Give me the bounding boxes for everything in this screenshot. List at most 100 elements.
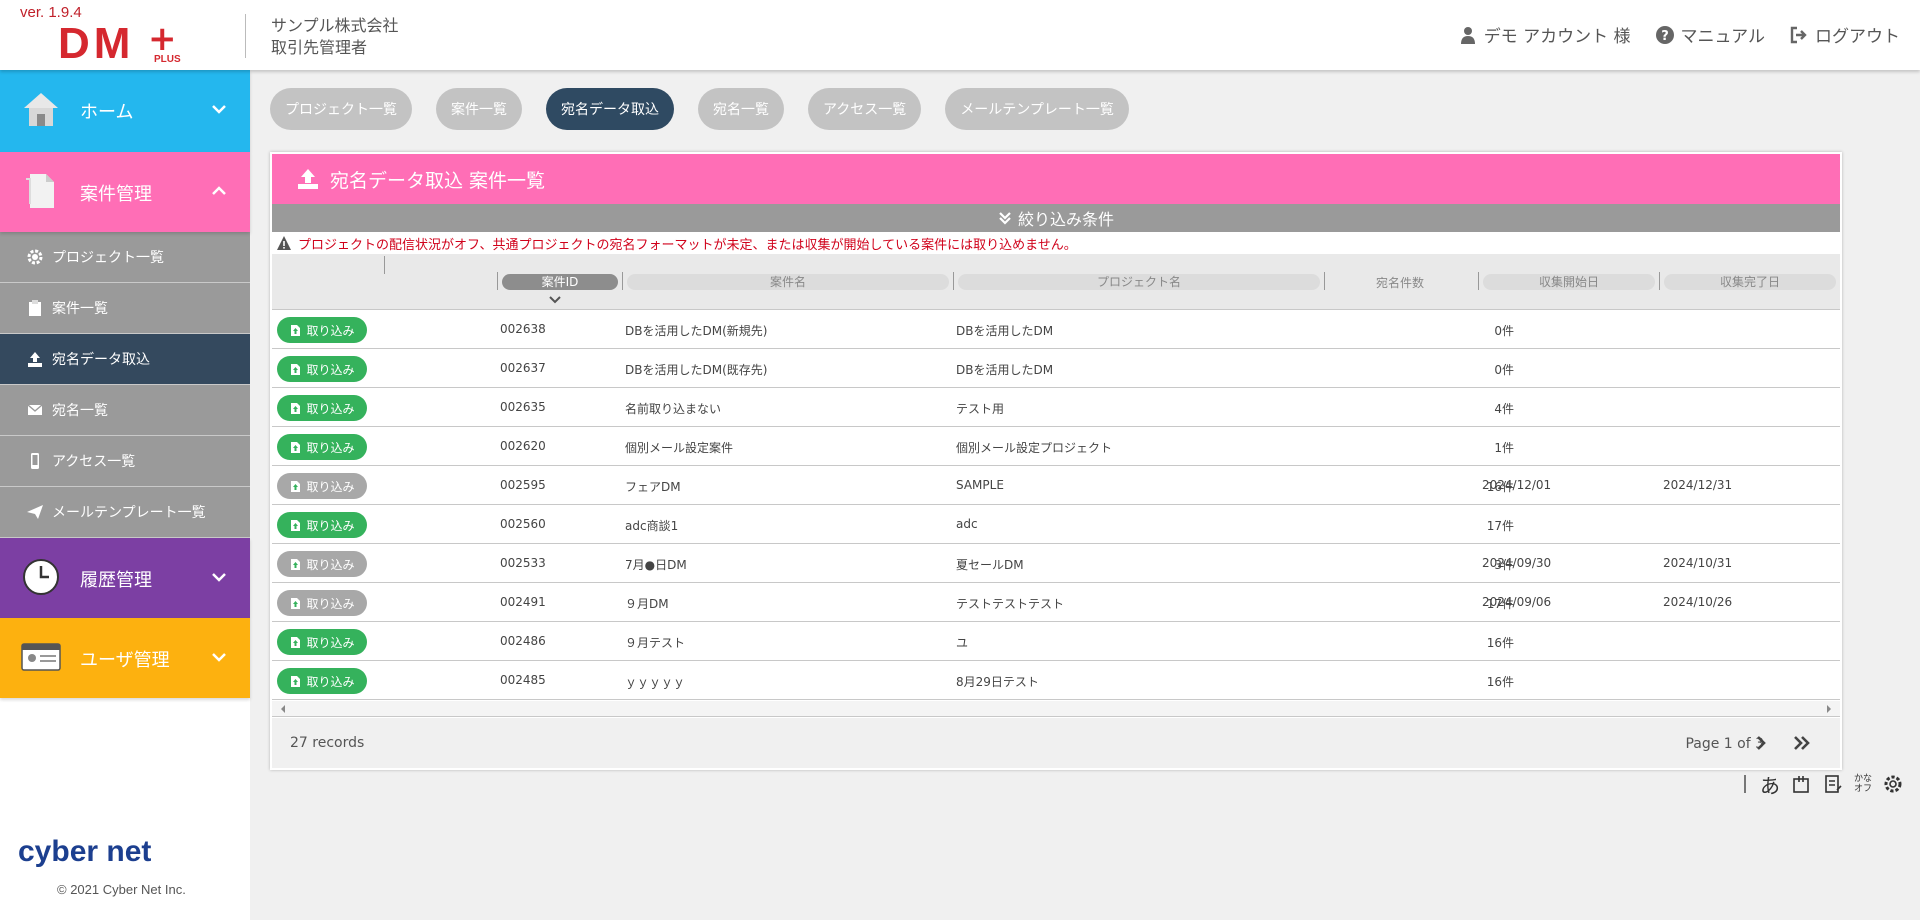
cell-project-name: 夏セールDM: [956, 558, 1024, 572]
import-button[interactable]: 取り込み: [277, 434, 367, 460]
import-button[interactable]: 取り込み: [277, 629, 367, 655]
column-header-start-date[interactable]: 収集開始日: [1483, 274, 1655, 290]
column-separator[interactable]: [384, 256, 385, 274]
tab-project-list[interactable]: プロジェクト一覧: [270, 88, 412, 130]
table-row: 取り込み 002635 名前取り込まない テスト用 4件: [272, 388, 1840, 427]
column-separator[interactable]: [1324, 272, 1325, 290]
manual-link[interactable]: ? マニュアル: [1655, 22, 1766, 47]
envelope-icon: [27, 404, 43, 415]
cyber-net-logo: cyber net: [18, 835, 152, 868]
file-upload-icon: [291, 675, 301, 687]
chevron-up-icon: [212, 186, 226, 195]
nav-history-management[interactable]: 履歴管理: [0, 538, 250, 618]
import-label: 取り込み: [306, 635, 355, 650]
ime-hiragana-mode[interactable]: あ: [1760, 770, 1780, 799]
nav-case-management[interactable]: 案件管理: [0, 152, 250, 232]
import-button[interactable]: 取り込み: [277, 395, 367, 421]
logout-icon: [1790, 26, 1807, 43]
sidebar-item-address-import[interactable]: 宛名データ取込: [0, 334, 250, 385]
import-button[interactable]: 取り込み: [277, 356, 367, 382]
gear-icon[interactable]: [1882, 773, 1904, 795]
cell-start-date: 2024/09/06: [1482, 595, 1552, 609]
manual-label: マニュアル: [1680, 27, 1766, 47]
account-link[interactable]: デモ アカウント 様: [1458, 22, 1631, 47]
scroll-left-icon[interactable]: [278, 704, 288, 714]
ime-tool-icon[interactable]: [1790, 773, 1812, 795]
import-button[interactable]: 取り込み: [277, 512, 367, 538]
file-upload-icon: [291, 636, 301, 648]
cell-case-name: ｙｙｙｙｙ: [625, 675, 686, 689]
nav-history-label: 履歴管理: [80, 570, 152, 591]
column-header-name[interactable]: 案件名: [627, 274, 949, 290]
cell-case-name: 名前取り込まない: [625, 402, 722, 416]
cell-case-id: 002560: [500, 517, 546, 531]
horizontal-scrollbar[interactable]: [272, 701, 1840, 717]
cell-address-count: 4件: [1494, 402, 1514, 416]
dm-plus-logo[interactable]: DM: [58, 20, 134, 68]
sidebar-item-address-list[interactable]: 宛名一覧: [0, 385, 250, 436]
cell-end-date: 2024/12/31: [1663, 478, 1733, 492]
ime-kana-toggle[interactable]: かな オフ: [1854, 774, 1872, 794]
cell-project-name: テストテストテスト: [956, 597, 1065, 611]
cell-case-name: DBを活用したDM(既存先): [625, 363, 768, 377]
column-separator[interactable]: [497, 272, 498, 290]
logout-label: ログアウト: [1815, 27, 1900, 47]
import-button[interactable]: 取り込み: [277, 551, 367, 577]
file-upload-icon: [291, 597, 301, 609]
clock-icon: [23, 559, 59, 595]
cell-project-name: SAMPLE: [956, 478, 1004, 492]
tab-access-list[interactable]: アクセス一覧: [808, 88, 922, 130]
tab-address-import[interactable]: 宛名データ取込: [546, 88, 674, 130]
sort-descending-icon: [549, 296, 561, 304]
table-row: 取り込み 002491 ９月DM テストテストテスト 17件 2024/09/0…: [272, 583, 1840, 622]
nav-home[interactable]: ホーム: [0, 70, 250, 152]
cell-case-name: ９月DM: [625, 597, 669, 611]
import-button[interactable]: 取り込み: [277, 590, 367, 616]
id-card-icon: [21, 643, 61, 671]
column-header-count[interactable]: 宛名件数: [1376, 274, 1424, 291]
cell-case-id: 002620: [500, 439, 546, 453]
column-separator[interactable]: [1478, 272, 1479, 290]
ime-grip[interactable]: [1744, 775, 1746, 793]
cell-end-date: 2024/10/31: [1663, 556, 1733, 570]
user-icon: [1460, 26, 1475, 44]
tab-mail-template-list[interactable]: メールテンプレート一覧: [945, 88, 1129, 130]
sidebar-item-label: メールテンプレート一覧: [52, 505, 206, 521]
scroll-right-icon[interactable]: [1824, 704, 1834, 714]
tab-address-list[interactable]: 宛名一覧: [698, 88, 784, 130]
ime-off-label: オフ: [1854, 784, 1873, 794]
cell-case-id: 002637: [500, 361, 546, 375]
sidebar-item-access-list[interactable]: アクセス一覧: [0, 436, 250, 487]
logout-link[interactable]: ログアウト: [1789, 22, 1900, 47]
import-button[interactable]: 取り込み: [277, 668, 367, 694]
record-count: 27 records: [290, 735, 365, 751]
import-button[interactable]: 取り込み: [277, 473, 367, 499]
column-separator[interactable]: [622, 272, 623, 290]
cell-address-count: 16件: [1486, 636, 1514, 650]
ime-dictionary-icon[interactable]: [1822, 773, 1844, 795]
sidebar-item-label: アクセス一覧: [52, 454, 136, 470]
column-header-project[interactable]: プロジェクト名: [958, 274, 1320, 290]
column-separator[interactable]: [1659, 272, 1660, 290]
tab-case-list[interactable]: 案件一覧: [436, 88, 522, 130]
column-header-end-date[interactable]: 収集完了日: [1664, 274, 1836, 290]
nav-user-management[interactable]: ユーザ管理: [0, 618, 250, 698]
mobile-icon: [31, 453, 39, 469]
tab-bar: プロジェクト一覧 案件一覧 宛名データ取込 宛名一覧 アクセス一覧 メールテンプ…: [270, 88, 1129, 130]
sidebar-item-label: 宛名一覧: [52, 403, 108, 419]
import-button[interactable]: 取り込み: [277, 317, 367, 343]
chevron-down-icon: [212, 653, 226, 662]
chevron-right-icon[interactable]: [1752, 734, 1770, 752]
double-chevron-down-icon: [999, 212, 1011, 225]
sidebar-item-project-list[interactable]: プロジェクト一覧: [0, 232, 250, 283]
double-chevron-right-icon[interactable]: [1792, 734, 1812, 752]
column-separator[interactable]: [953, 272, 954, 290]
column-header-id[interactable]: 案件ID: [502, 274, 618, 290]
nav-home-label: ホーム: [80, 102, 134, 123]
sidebar-item-case-list[interactable]: 案件一覧: [0, 283, 250, 334]
filter-toggle[interactable]: 絞り込み条件: [272, 204, 1840, 232]
sidebar-item-mail-template-list[interactable]: メールテンプレート一覧: [0, 487, 250, 538]
cell-address-count: 0件: [1494, 324, 1514, 338]
app-header: ver. 1.9.4 DM + PLUS サンプル株式会社 取引先管理者 デモ …: [0, 0, 1920, 70]
import-label: 取り込み: [306, 440, 355, 455]
